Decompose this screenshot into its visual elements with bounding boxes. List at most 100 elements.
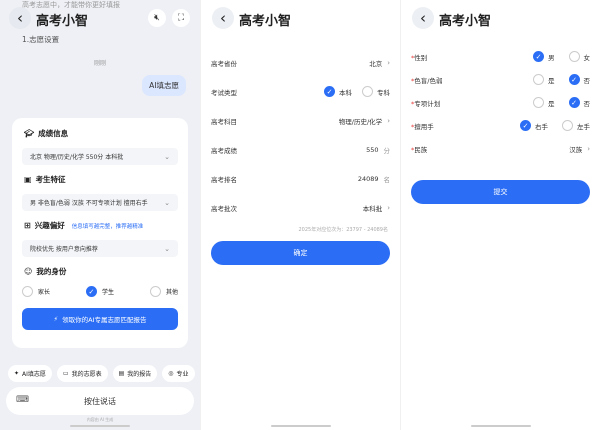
subtitle: 1.志愿设置 — [22, 35, 60, 44]
user-icon: ☺︎ — [24, 267, 33, 276]
traits-select[interactable]: 男 非色盲/色弱 汉族 不可专项计划 擅用右手 ⌄ — [22, 194, 178, 211]
user-message: AI填志愿 — [142, 75, 186, 96]
hold-to-talk-button[interactable]: ⌨︎ 按住说话 — [6, 387, 194, 415]
chat-panel: 高考志愿中，才能带你更好填报 ‹ 高考小智 🔇︎ ⛶ 1.志愿设置 刚刚 AI填… — [0, 0, 200, 430]
option-male[interactable]: ✓ 男 — [533, 51, 555, 62]
chevron-right-icon: › — [387, 116, 390, 125]
check-radio-icon: ✓ — [324, 86, 335, 97]
score-input[interactable]: 550 — [366, 146, 378, 154]
home-indicator — [270, 425, 331, 427]
back-button[interactable]: ‹ — [212, 7, 234, 29]
row-score[interactable]: 高考成绩 550 分 — [211, 135, 390, 164]
traits-form: *性别 ✓ 男 女 *色盲/色弱 是 ✓ 否 *专项计划 是 ✓ 否 *擅用手 ✓ 右手 — [411, 45, 590, 160]
option-yes[interactable]: 是 — [533, 74, 555, 85]
folder-icon: ▭ — [62, 370, 69, 377]
target-icon: ◎ — [168, 370, 174, 377]
get-report-button[interactable]: ⚡︎ 领取你的AI专属志愿匹配报告 — [22, 308, 178, 330]
option-label: 是 — [548, 99, 555, 108]
identity-option-other[interactable]: 其他 — [149, 286, 178, 297]
score-form-panel: ‹ 高考小智 高考省份 北京 › 考试类型 ✓ 本科 专科 高考科目 物理/历史/化… — [200, 0, 400, 430]
chevron-right-icon: › — [587, 144, 590, 153]
row-label: 高考省份 — [211, 59, 237, 68]
fullscreen-icon[interactable]: ⛶ — [172, 9, 190, 27]
row-batch[interactable]: 高考批次 本科批 › — [211, 193, 390, 222]
unit-label: 名 — [383, 175, 391, 184]
option-right-hand[interactable]: ✓ 右手 — [520, 120, 548, 131]
option-label: 家长 — [38, 289, 51, 296]
option-female[interactable]: 女 — [568, 51, 591, 62]
row-label: *性别 — [411, 52, 427, 62]
radio-icon — [562, 120, 573, 131]
chevron-left-icon: ‹ — [420, 9, 426, 27]
chip-label: 我的报告 — [127, 371, 152, 378]
rank-input[interactable]: 24089 — [358, 175, 379, 183]
check-radio-icon: ✓ — [85, 286, 97, 297]
home-indicator — [70, 425, 130, 427]
radio-icon — [533, 74, 544, 85]
header-actions: 🔇︎ ⛶ — [148, 9, 190, 27]
option-no[interactable]: ✓ 否 — [568, 74, 590, 85]
chevron-left-icon: ‹ — [220, 9, 226, 27]
cta-label: 领取你的AI专属志愿匹配报告 — [62, 316, 147, 324]
identity-option-student[interactable]: ✓ 学生 — [85, 286, 114, 297]
page-title: 高考小智 — [36, 14, 89, 29]
chip-major[interactable]: ◎ 专业 — [162, 365, 195, 382]
radio-icon — [362, 86, 373, 97]
row-province[interactable]: 高考省份 北京 › — [211, 48, 390, 77]
row-value: 本科批 — [362, 204, 383, 213]
chip-my-list[interactable]: ▭ 我的志愿表 — [56, 365, 108, 382]
identity-option-parent[interactable]: 家长 — [22, 286, 50, 297]
header: ‹ 高考小智 🔇︎ ⛶ — [0, 7, 200, 31]
check-radio-icon: ✓ — [568, 97, 580, 108]
chip-ai-fill[interactable]: ✦ AI填志愿 — [8, 365, 52, 382]
row-label: 高考成绩 — [211, 146, 237, 155]
option-no[interactable]: ✓ 否 — [568, 97, 590, 108]
section-label: 我的身份 — [36, 267, 67, 276]
row-label-text: 色盲/色弱 — [414, 76, 443, 85]
option-junior-college[interactable]: 专科 — [362, 86, 390, 97]
back-button[interactable]: ‹ — [9, 7, 31, 29]
header: ‹ 高考小智 — [201, 7, 400, 31]
row-label: *民族 — [411, 144, 427, 154]
check-radio-icon: ✓ — [520, 120, 531, 131]
option-left-hand[interactable]: 左手 — [562, 120, 590, 131]
row-special-plan: *专项计划 是 ✓ 否 — [411, 91, 590, 114]
check-radio-icon: ✓ — [568, 74, 580, 85]
row-value: 物理/历史/化学 — [338, 117, 383, 126]
chevron-right-icon: › — [387, 203, 390, 212]
option-label: 女 — [583, 53, 591, 62]
interest-select[interactable]: 院校优先 按用户意向推荐 ⌄ — [22, 240, 178, 257]
row-gender: *性别 ✓ 男 女 — [411, 45, 590, 68]
row-label: 高考科目 — [211, 117, 237, 126]
voice-label: 按住说话 — [84, 396, 116, 406]
chevron-down-icon: ⌄ — [164, 244, 170, 253]
submit-button[interactable]: 提交 — [411, 180, 590, 204]
option-label: 本科 — [339, 88, 352, 97]
section-scores: 🎓︎ 成绩信息 — [24, 128, 68, 139]
timestamp: 刚刚 — [93, 60, 106, 67]
row-rank[interactable]: 高考排名 24089 名 — [211, 164, 390, 193]
traits-value: 男 非色盲/色弱 汉族 不可专项计划 擅用右手 — [30, 200, 148, 207]
confirm-button[interactable]: 确定 — [211, 241, 390, 265]
keyboard-icon[interactable]: ⌨︎ — [16, 395, 29, 405]
option-undergrad[interactable]: ✓ 本科 — [324, 86, 352, 97]
option-label: 其他 — [165, 289, 178, 296]
row-subjects[interactable]: 高考科目 物理/历史/化学 › — [211, 106, 390, 135]
chip-my-report[interactable]: ▤ 我的报告 — [112, 365, 158, 382]
chip-label: 我的志愿表 — [71, 371, 102, 378]
chevron-left-icon: ‹ — [17, 9, 23, 27]
row-label: *擅用手 — [411, 121, 434, 131]
chevron-down-icon: ⌄ — [164, 198, 170, 207]
section-identity: ☺︎ 我的身份 — [24, 266, 66, 277]
scores-select[interactable]: 北京 物理/历史/化学 550分 本科批 ⌄ — [22, 148, 178, 165]
radio-icon — [22, 286, 33, 297]
id-card-icon: ▣ — [24, 175, 32, 184]
volunteer-card: 🎓︎ 成绩信息 北京 物理/历史/化学 550分 本科批 ⌄ ▣ 考生特征 男 非… — [12, 118, 188, 348]
score-form: 高考省份 北京 › 考试类型 ✓ 本科 专科 高考科目 物理/历史/化学 › 高考成绩… — [211, 48, 390, 222]
option-yes[interactable]: 是 — [533, 97, 555, 108]
home-indicator — [470, 425, 531, 427]
row-ethnicity[interactable]: *民族 汉族 › — [411, 137, 590, 160]
report-icon: ▤ — [118, 370, 125, 377]
back-button[interactable]: ‹ — [412, 7, 434, 29]
speaker-mute-icon[interactable]: 🔇︎ — [148, 9, 166, 27]
